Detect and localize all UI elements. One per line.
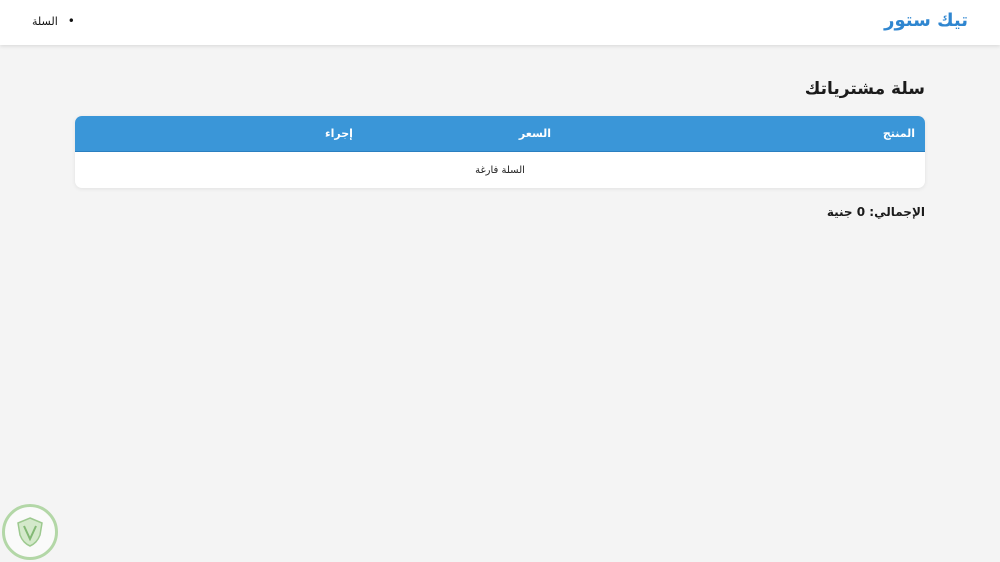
table-row: السلة فارغة <box>75 152 925 188</box>
nav-links: • السلة <box>32 14 75 28</box>
nav-item-cart: • السلة <box>32 14 75 28</box>
brand-logo[interactable]: تيك ستور <box>884 10 968 31</box>
table-header-row: المنتج السعر إجراء <box>75 116 925 152</box>
page-title: سلة مشترياتك <box>804 79 925 99</box>
cart-table: المنتج السعر إجراء السلة فارغة <box>75 116 925 188</box>
column-header-price: السعر <box>455 116 615 152</box>
column-header-product: المنتج <box>615 116 925 152</box>
column-header-action: إجراء <box>75 116 455 152</box>
nav-link-cart[interactable]: السلة <box>32 15 58 28</box>
shield-logo-graphic <box>17 517 43 547</box>
cart-total: الإجمالي: 0 جنية <box>826 205 925 219</box>
bullet-icon: • <box>67 14 75 28</box>
main-content: سلة مشترياتك المنتج السعر إجراء السلة فا… <box>75 76 925 219</box>
empty-cart-message: السلة فارغة <box>475 164 525 176</box>
navbar: تيك ستور • السلة <box>0 0 1000 45</box>
shield-logo-icon <box>2 504 58 560</box>
